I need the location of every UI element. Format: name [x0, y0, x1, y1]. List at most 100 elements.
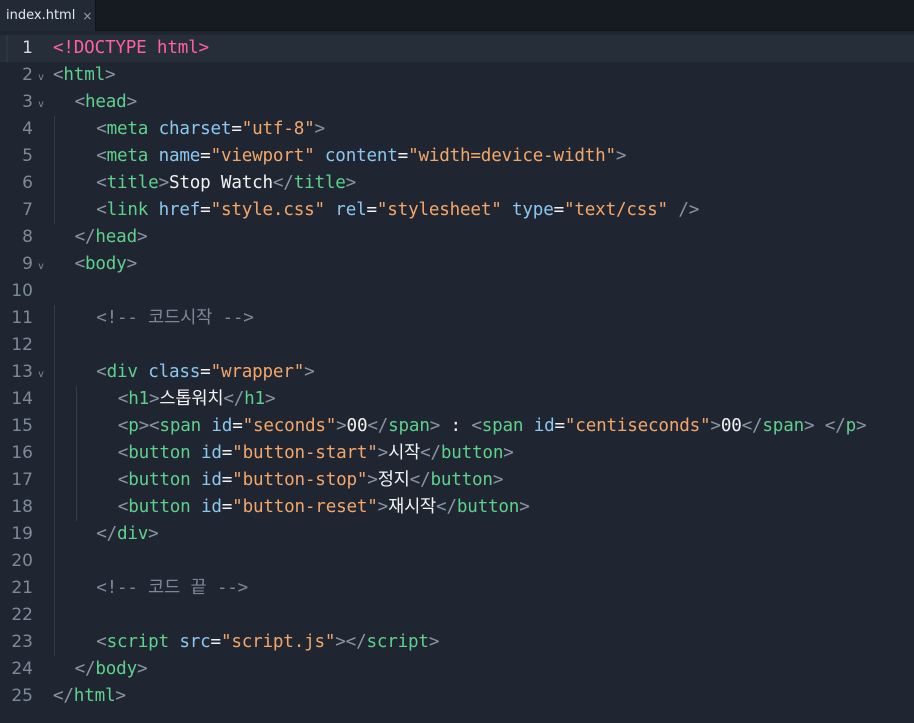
code-token: < [96, 173, 107, 193]
code-line[interactable]: 4 <meta charset="utf-8"> [0, 116, 914, 143]
code-line[interactable]: 24 </body> [0, 656, 914, 683]
code-text: <link href="style.css" rel="stylesheet" … [96, 197, 699, 224]
line-number: 14 [11, 389, 33, 409]
code-token: = [200, 200, 211, 220]
code-token: ></ [335, 632, 367, 652]
code-token: "centiseconds" [564, 416, 711, 436]
code-token: href [158, 200, 201, 220]
code-text: <script src="script.js"></script> [96, 629, 439, 656]
code-line[interactable]: 7 <link href="style.css" rel="stylesheet"… [0, 197, 914, 224]
code-token: </ [409, 470, 431, 490]
code-line[interactable]: 17 <button id="button-stop">정지</button> [0, 467, 914, 494]
code-token: > [615, 146, 627, 166]
code-token: body [95, 659, 137, 679]
fold-chevron-icon[interactable]: v [36, 368, 46, 382]
code-token: script [106, 632, 170, 652]
code-token: </ [223, 389, 245, 409]
code-token: > [126, 254, 138, 274]
code-token: span [388, 416, 430, 436]
code-token: = [553, 200, 565, 220]
code-token: </ [96, 524, 117, 544]
code-token: <!DOCTYPE html> [53, 38, 209, 58]
code-text: </body> [75, 656, 148, 683]
code-line[interactable]: 23 <script src="script.js"></script> [0, 629, 914, 656]
code-line[interactable]: 6 <title>Stop Watch</title> [0, 170, 914, 197]
code-line[interactable]: 3 v <head> [0, 89, 914, 116]
code-token: > [115, 686, 126, 706]
code-token: body [85, 254, 127, 274]
line-number: 9 [22, 254, 33, 274]
code-token: = [210, 632, 222, 652]
code-line[interactable]: 5 <meta name="viewport" content="width=de… [0, 143, 914, 170]
code-token: < [96, 632, 107, 652]
code-token: "utf-8" [241, 119, 315, 139]
code-text: <button id="button-stop">정지</button> [117, 467, 504, 494]
line-number: 18 [11, 497, 33, 517]
code-token: < [96, 200, 107, 220]
code-token: </ [272, 173, 294, 193]
code-token: < [117, 497, 129, 517]
code-token: <!-- 코드시작 --> [96, 308, 254, 328]
code-text: <p><span id="seconds">00</span> : <span … [118, 413, 867, 440]
code-token: span [762, 416, 804, 436]
tab-index-html[interactable]: index.html × [0, 0, 96, 31]
fold-chevron-icon[interactable]: v [36, 71, 46, 85]
code-text: <h1>스톱워치</h1> [118, 386, 276, 413]
code-token: < [74, 254, 86, 274]
code-line[interactable]: 25 </html> [0, 683, 914, 710]
code-token: Stop Watch [168, 173, 273, 193]
code-line[interactable]: 2 v <html> [0, 62, 914, 89]
code-token: "seconds" [242, 416, 337, 436]
code-token: button [456, 497, 520, 517]
code-token: "wrapper" [210, 362, 305, 382]
code-token: h1 [244, 389, 265, 409]
code-token: > [345, 173, 357, 193]
code-line[interactable]: 22 [0, 602, 914, 629]
code-token: = [231, 119, 242, 139]
code-line[interactable]: 12 [0, 332, 914, 359]
code-line[interactable]: 10 [0, 278, 914, 305]
close-icon[interactable]: × [82, 9, 92, 23]
code-line[interactable]: 19 </div> [0, 521, 914, 548]
line-number: 7 [22, 200, 33, 220]
code-text: <meta name="viewport" content="width=dev… [96, 143, 626, 170]
fold-chevron-icon[interactable]: v [36, 260, 46, 274]
code-editor[interactable]: 1 <!DOCTYPE html> 2 v <html> 3 v <head> 4 <meta c… [0, 31, 914, 723]
code-token: > [492, 470, 504, 490]
code-line[interactable]: 18 <button id="button-reset">재시작</button> [0, 494, 914, 521]
line-number: 6 [22, 173, 33, 193]
line-number: 24 [11, 659, 33, 679]
code-line[interactable]: 21 <!-- 코드 끝 --> [0, 575, 914, 602]
code-token: button [430, 470, 493, 490]
code-token: p [128, 416, 139, 436]
code-text: </div> [96, 521, 159, 548]
code-line[interactable]: 15 <p><span id="seconds">00</span> : <spa… [0, 413, 914, 440]
code-line[interactable]: 20 [0, 548, 914, 575]
tab-bar: index.html × [0, 0, 914, 31]
code-token: script [366, 632, 429, 652]
code-token: > [149, 389, 160, 409]
code-line[interactable]: 9 v <body> [0, 251, 914, 278]
code-token: link [106, 200, 149, 220]
code-line[interactable]: 13 v <div class="wrapper"> [0, 359, 914, 386]
code-line[interactable]: 16 <button id="button-start">시작</button> [0, 440, 914, 467]
code-token: > [336, 416, 347, 436]
code-token: < [117, 470, 129, 490]
code-token: < [471, 416, 482, 436]
code-token: : [440, 416, 472, 436]
code-token: rel [335, 200, 367, 220]
code-line[interactable]: 1 <!DOCTYPE html> [0, 35, 914, 62]
fold-chevron-icon[interactable]: v [36, 98, 46, 112]
code-line[interactable]: 14 <h1>스톱워치</h1> [0, 386, 914, 413]
code-token: > [136, 227, 148, 247]
code-token: > [138, 416, 150, 436]
code-line[interactable]: 11 <!-- 코드시작 --> [0, 305, 914, 332]
code-line[interactable]: 8 </head> [0, 224, 914, 251]
code-token: charset [158, 119, 232, 139]
